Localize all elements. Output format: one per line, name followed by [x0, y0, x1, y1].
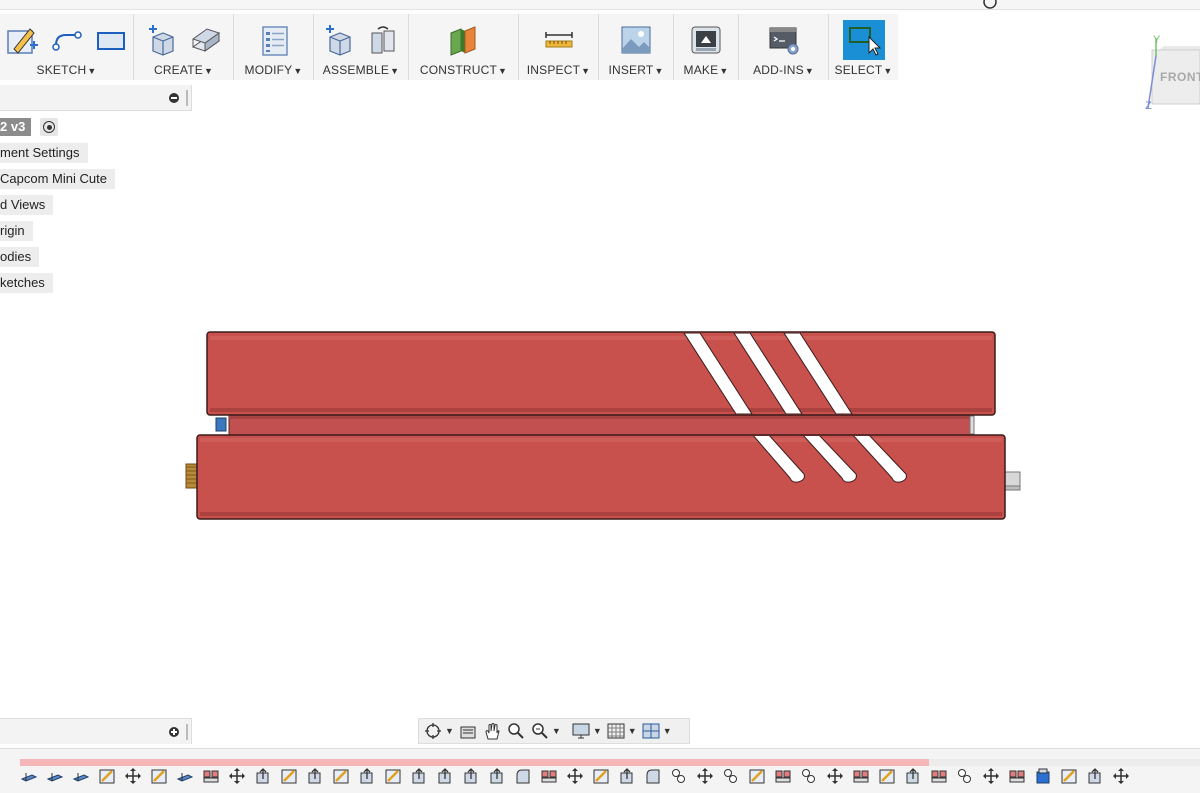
timeline-component-icon[interactable] — [1034, 767, 1052, 785]
timeline-sketch-icon[interactable] — [280, 767, 298, 785]
timeline-extrude-icon[interactable] — [306, 767, 324, 785]
caret-down-icon: ▼ — [445, 726, 454, 736]
panel-grip-icon[interactable] — [186, 724, 188, 740]
timeline-feature-icon[interactable] — [1008, 767, 1026, 785]
timeline-extrude-icon[interactable] — [462, 767, 480, 785]
timeline-feature-icon[interactable] — [852, 767, 870, 785]
look-at-icon — [460, 726, 476, 739]
caret-down-icon: ▼ — [627, 726, 637, 736]
timeline-move-icon[interactable] — [696, 767, 714, 785]
connector-left — [185, 463, 199, 489]
connector-right — [1003, 471, 1021, 491]
timeline-extrude-icon[interactable] — [904, 767, 922, 785]
caret-down-icon: ▼ — [592, 726, 602, 736]
look-at-button[interactable] — [458, 720, 478, 742]
top-shell-body[interactable] — [206, 331, 996, 416]
zoom-window-button[interactable]: ▼ — [530, 720, 561, 742]
timeline-move-icon[interactable] — [1112, 767, 1130, 785]
timeline-feature-icon[interactable] — [774, 767, 792, 785]
timeline-joint-icon[interactable] — [722, 767, 740, 785]
timeline-joint-icon[interactable] — [670, 767, 688, 785]
display-settings-button[interactable]: ▼ — [571, 720, 602, 742]
bottom-shell-body[interactable] — [196, 434, 1006, 520]
timeline-joint-icon[interactable] — [800, 767, 818, 785]
timeline-plane-icon[interactable] — [46, 767, 64, 785]
timeline-sketch-icon[interactable] — [748, 767, 766, 785]
timeline-sketch-icon[interactable] — [1060, 767, 1078, 785]
pan-button[interactable] — [482, 720, 502, 742]
timeline-extrude-icon[interactable] — [358, 767, 376, 785]
timeline-sketch-icon[interactable] — [150, 767, 168, 785]
timeline-feature-icon[interactable] — [930, 767, 948, 785]
expand-icon[interactable] — [169, 727, 179, 737]
orbit-icon — [425, 723, 441, 739]
caret-down-icon: ▼ — [662, 726, 672, 736]
viewports-button[interactable]: ▼ — [641, 720, 672, 742]
timeline-feature-icon[interactable] — [540, 767, 558, 785]
zoom-window-icon — [532, 723, 548, 739]
timeline-plane-icon[interactable] — [20, 767, 38, 785]
timeline-extrude-icon[interactable] — [254, 767, 272, 785]
timeline-sketch-icon[interactable] — [878, 767, 896, 785]
timeline-move-icon[interactable] — [228, 767, 246, 785]
display-settings-icon — [572, 723, 590, 739]
timeline-plane-icon[interactable] — [72, 767, 90, 785]
timeline-joint-icon[interactable] — [956, 767, 974, 785]
timeline-move-icon[interactable] — [826, 767, 844, 785]
timeline — [0, 748, 1200, 793]
zoom-icon — [508, 723, 524, 739]
timeline-extrude-icon[interactable] — [618, 767, 636, 785]
zoom-button[interactable] — [506, 720, 526, 742]
timeline-fillet-icon[interactable] — [644, 767, 662, 785]
comments-panel — [0, 718, 192, 744]
model-viewport[interactable] — [0, 0, 1200, 793]
timeline-sketch-icon[interactable] — [384, 767, 402, 785]
middle-plate — [215, 414, 975, 436]
timeline-fillet-icon[interactable] — [514, 767, 532, 785]
grid-settings-button[interactable]: ▼ — [606, 720, 637, 742]
timeline-sketch-icon[interactable] — [98, 767, 116, 785]
timeline-move-icon[interactable] — [124, 767, 142, 785]
fusion-window: SKETCH▼ CREATE▼ MODIFY▼ ASSEMBLE▼ CONSTR… — [0, 0, 1200, 793]
orbit-button[interactable]: ▼ — [423, 720, 454, 742]
grid-icon — [607, 723, 625, 739]
timeline-extrude-icon[interactable] — [410, 767, 428, 785]
timeline-move-icon[interactable] — [982, 767, 1000, 785]
timeline-sketch-icon[interactable] — [332, 767, 350, 785]
timeline-extrude-icon[interactable] — [1086, 767, 1104, 785]
timeline-extrude-icon[interactable] — [488, 767, 506, 785]
timeline-plane-icon[interactable] — [176, 767, 194, 785]
timeline-move-icon[interactable] — [566, 767, 584, 785]
timeline-scrollbar[interactable] — [20, 759, 1200, 766]
timeline-progress — [20, 759, 929, 766]
caret-down-icon: ▼ — [551, 726, 561, 736]
timeline-feature-icon[interactable] — [202, 767, 220, 785]
timeline-sketch-icon[interactable] — [592, 767, 610, 785]
navigation-bar: ▼ ▼ ▼ ▼ ▼ — [418, 718, 690, 744]
viewports-icon — [642, 723, 660, 739]
timeline-extrude-icon[interactable] — [436, 767, 454, 785]
pan-hand-icon — [485, 723, 500, 740]
